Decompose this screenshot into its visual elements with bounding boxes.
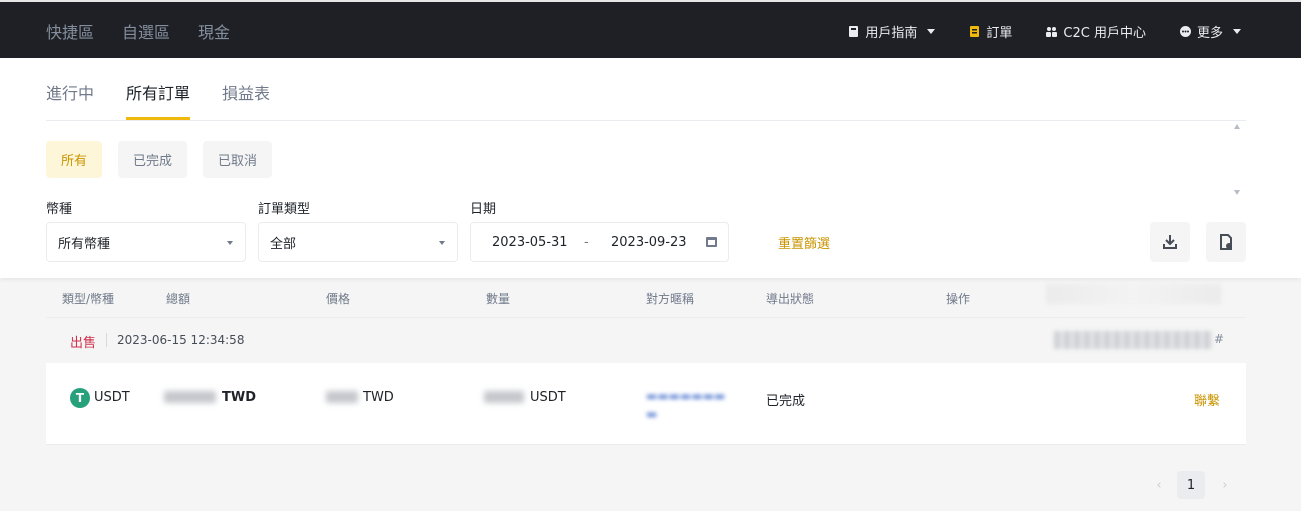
blurred-header-area bbox=[1046, 284, 1221, 304]
date-range-picker[interactable]: 2023-05-31 - 2023-09-23 bbox=[470, 222, 729, 262]
download-icon bbox=[1163, 235, 1177, 249]
header-counterparty: 對方暱稱 bbox=[646, 292, 695, 306]
total-unit: TWD bbox=[222, 390, 256, 405]
nav-cash[interactable]: 現金 bbox=[198, 19, 230, 43]
date-end[interactable]: 2023-09-23 bbox=[611, 235, 687, 250]
order-tabs: 進行中 所有訂單 損益表 bbox=[46, 80, 270, 120]
top-navigation-bar: 快捷區 自選區 現金 用戶指南 訂單 C2C 用戶中心 更多 bbox=[0, 0, 1301, 58]
tab-divider bbox=[46, 120, 1246, 121]
date-start[interactable]: 2023-05-31 bbox=[492, 235, 568, 250]
header-price: 價格 bbox=[326, 292, 351, 306]
divider bbox=[106, 333, 107, 347]
status-filter-chips: 所有 已完成 已取消 bbox=[46, 141, 273, 178]
table-row: T USDT TWD TWD USDT ▬▬▬▬▬▬▬ ▬ 已完成 聯繫 bbox=[46, 363, 1246, 445]
download-button[interactable] bbox=[1150, 222, 1190, 262]
currency-filter-label: 幣種 bbox=[46, 202, 73, 217]
user-guide-label: 用戶指南 bbox=[865, 25, 918, 41]
currency-select[interactable]: 所有幣種 bbox=[46, 222, 246, 262]
coin-name: USDT bbox=[94, 390, 130, 405]
tab-all-orders[interactable]: 所有訂單 bbox=[126, 80, 191, 120]
chevron-down-icon bbox=[927, 28, 936, 34]
header-export-status: 導出狀態 bbox=[766, 292, 815, 306]
quantity-unit: USDT bbox=[530, 390, 566, 405]
filter-chip-all[interactable]: 所有 bbox=[46, 141, 103, 178]
scroll-up-arrow-icon[interactable] bbox=[1234, 124, 1240, 129]
order-type-filter-label: 訂單類型 bbox=[258, 202, 311, 217]
header-actions: 操作 bbox=[946, 292, 971, 306]
header-type-coin: 類型/幣種 bbox=[62, 292, 115, 306]
order-type-select-value: 全部 bbox=[270, 236, 297, 252]
header-quantity: 數量 bbox=[486, 292, 511, 306]
copy-icon[interactable]: # bbox=[1214, 332, 1224, 346]
document-icon bbox=[970, 25, 980, 37]
blurred-order-number bbox=[1054, 331, 1212, 349]
calendar-icon bbox=[706, 237, 717, 247]
export-status: 已完成 bbox=[766, 394, 806, 409]
book-icon bbox=[849, 25, 859, 37]
pagination-next[interactable]: › bbox=[1215, 471, 1235, 499]
order-side-sell: 出售 bbox=[70, 336, 97, 351]
blurred-quantity bbox=[484, 391, 524, 403]
contact-link[interactable]: 聯繫 bbox=[1194, 390, 1220, 409]
orders-label: 訂單 bbox=[986, 25, 1013, 41]
filter-panel: 進行中 所有訂單 損益表 所有 已完成 已取消 幣種 所有幣種 訂單類型 全部 … bbox=[0, 58, 1301, 278]
more-label: 更多 bbox=[1196, 25, 1223, 41]
table-header: 類型/幣種 總額 價格 數量 對方暱稱 導出狀態 操作 bbox=[46, 278, 1246, 318]
export-history-button[interactable] bbox=[1206, 222, 1246, 262]
chevron-down-icon bbox=[1233, 28, 1241, 34]
filter-chip-completed[interactable]: 已完成 bbox=[118, 141, 188, 178]
more-dots-icon bbox=[1179, 25, 1191, 37]
c2c-user-center-link[interactable]: C2C 用戶中心 bbox=[1046, 22, 1146, 41]
order-type-select[interactable]: 全部 bbox=[258, 222, 458, 262]
scroll-down-arrow-icon[interactable] bbox=[1234, 190, 1240, 195]
top-right-menu: 用戶指南 訂單 C2C 用戶中心 更多 bbox=[848, 2, 1241, 60]
dropdown-arrow-icon bbox=[227, 241, 233, 245]
date-separator: - bbox=[584, 235, 589, 250]
order-group-header: 出售 2023-06-15 12:34:58 # bbox=[46, 318, 1246, 363]
c2c-user-center-label: C2C 用戶中心 bbox=[1063, 25, 1146, 41]
file-history-icon bbox=[1220, 234, 1232, 250]
header-total: 總額 bbox=[166, 292, 191, 306]
counterparty-nickname-link[interactable]: ▬▬▬▬▬▬▬ ▬ bbox=[646, 387, 756, 423]
currency-select-value: 所有幣種 bbox=[58, 236, 111, 252]
user-guide-menu[interactable]: 用戶指南 bbox=[848, 22, 936, 41]
more-menu[interactable]: 更多 bbox=[1179, 22, 1241, 41]
filter-chip-cancelled[interactable]: 已取消 bbox=[203, 141, 273, 178]
orders-link[interactable]: 訂單 bbox=[969, 22, 1012, 41]
nav-express[interactable]: 快捷區 bbox=[46, 19, 94, 43]
pagination-prev[interactable]: ‹ bbox=[1149, 471, 1169, 499]
top-nav-links: 快捷區 自選區 現金 bbox=[46, 2, 230, 60]
nav-favorites[interactable]: 自選區 bbox=[122, 19, 170, 43]
dropdown-arrow-icon bbox=[439, 241, 445, 245]
price-unit: TWD bbox=[363, 390, 394, 405]
tab-profit-loss[interactable]: 損益表 bbox=[222, 80, 270, 120]
pagination-page-1[interactable]: 1 bbox=[1177, 471, 1205, 499]
date-filter-label: 日期 bbox=[470, 202, 497, 217]
blurred-total-amount bbox=[164, 391, 216, 403]
reset-filters-button[interactable]: 重置篩選 bbox=[778, 233, 830, 252]
blurred-price bbox=[326, 391, 358, 403]
users-icon bbox=[1046, 26, 1058, 37]
tether-icon: T bbox=[70, 388, 90, 408]
tab-in-progress[interactable]: 進行中 bbox=[46, 80, 94, 120]
order-datetime: 2023-06-15 12:34:58 bbox=[117, 333, 245, 347]
